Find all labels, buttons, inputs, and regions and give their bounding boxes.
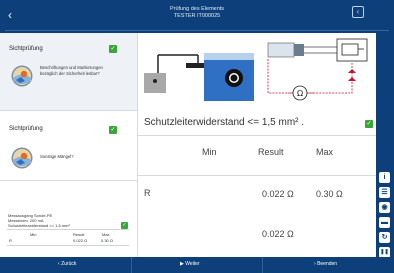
test-heading: Schutzleiterwiderstand <= 1,5 mm² . bbox=[144, 117, 305, 128]
summary-row-result: 0.022 Ω bbox=[73, 238, 88, 243]
title-line-1: Prüfung des Elements bbox=[169, 6, 225, 12]
card-question: Beschriftungen und Markierungen bezüglic… bbox=[40, 65, 103, 76]
header-divider bbox=[5, 30, 389, 31]
finish-label: Beenden bbox=[317, 261, 338, 267]
svg-text:Ω: Ω bbox=[297, 89, 303, 98]
summary-test-name: Schutzleiterwiderstand <= 1,5 mm² bbox=[8, 223, 70, 228]
summary-col-max: Max bbox=[102, 232, 110, 237]
footer-nav: ‹ Zurück ▶ Weiter › Beenden bbox=[0, 257, 394, 273]
back-label: Zurück bbox=[61, 261, 77, 267]
footer-divider bbox=[262, 257, 263, 273]
card-title: Sichtprüfung bbox=[9, 46, 43, 52]
header-bar: ‹ Prüfung des Elements TESTER IT000025 ‹ bbox=[0, 0, 394, 32]
tool-sidebar: i ☰ ◉ ▬ ↻ ❚❚ bbox=[376, 33, 394, 258]
footer-divider bbox=[131, 257, 132, 273]
heading-divider bbox=[138, 135, 377, 136]
folder-icon[interactable]: ▬ bbox=[379, 217, 390, 228]
column-min: Min bbox=[202, 147, 217, 157]
checked-checkbox-icon[interactable]: ✓ bbox=[121, 222, 128, 229]
connection-diagram: Ω bbox=[138, 33, 377, 107]
tester-illustration bbox=[144, 53, 254, 101]
next-label: Weiter bbox=[185, 261, 200, 267]
row-max-value: 0.30 Ω bbox=[316, 189, 343, 199]
next-button[interactable]: ▶ Weiter bbox=[180, 261, 200, 267]
checked-checkbox-icon[interactable]: ✓ bbox=[109, 45, 117, 53]
checked-checkbox-icon[interactable]: ✓ bbox=[109, 126, 117, 134]
measurement-panel: Ω Schutzleiterwiderstand <= 1,5 mm² . ✓ … bbox=[137, 33, 377, 257]
summary-row-max: 0.30 Ω bbox=[101, 238, 113, 243]
page-title: Prüfung des Elements TESTER IT000025 bbox=[0, 6, 394, 20]
info-icon[interactable]: i bbox=[379, 172, 390, 183]
panel-toggle-icon[interactable]: ‹ bbox=[352, 6, 364, 18]
checked-checkbox-icon[interactable]: ✓ bbox=[365, 120, 373, 128]
column-max: Max bbox=[316, 147, 334, 157]
refresh-icon[interactable]: ↻ bbox=[379, 232, 390, 243]
summary-row-label: R bbox=[9, 238, 12, 243]
live-result-value: 0.022 Ω bbox=[262, 229, 294, 239]
back-button[interactable]: ‹ Zurück bbox=[58, 261, 76, 267]
row-result-value: 0.022 Ω bbox=[262, 189, 294, 199]
table-divider bbox=[138, 175, 377, 176]
summary-col-min: Min bbox=[30, 232, 37, 237]
camera-icon[interactable]: ◉ bbox=[379, 202, 390, 213]
card-title: Sichtprüfung bbox=[9, 126, 43, 132]
step-list-panel: Sichtprüfung ✓ Beschriftungen und Markie… bbox=[0, 33, 137, 257]
list-icon[interactable]: ☰ bbox=[379, 187, 390, 198]
finish-button[interactable]: › Beenden bbox=[314, 261, 337, 267]
step-card-other-defects[interactable]: Sichtprüfung ✓ Sonstige Mängel? bbox=[0, 113, 137, 181]
title-line-2: TESTER IT000025 bbox=[173, 13, 221, 19]
schematic-illustration: Ω bbox=[260, 37, 373, 103]
inspection-icon bbox=[11, 65, 33, 87]
card-question: Sonstige Mängel? bbox=[40, 154, 74, 159]
summary-col-result: Result bbox=[73, 232, 85, 237]
summary-divider bbox=[7, 245, 129, 246]
step-card-visual-labels[interactable]: Sichtprüfung ✓ Beschriftungen und Markie… bbox=[0, 33, 137, 111]
summary-divider bbox=[7, 229, 129, 230]
measurement-summary: Messausgang Sonde-PE Messstrom: 200 mA S… bbox=[0, 185, 137, 257]
row-label: R bbox=[144, 188, 151, 198]
inspection-icon bbox=[11, 147, 33, 169]
column-result: Result bbox=[258, 147, 284, 157]
